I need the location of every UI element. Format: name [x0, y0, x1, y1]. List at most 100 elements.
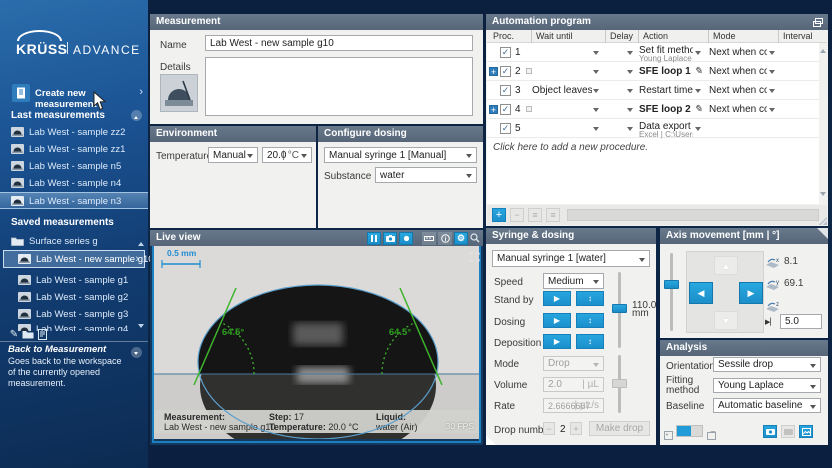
measurement-name-input[interactable]: Lab West - new sample g10	[205, 35, 473, 51]
mode-dropdown-icon[interactable]	[769, 51, 775, 58]
syringe-position-slider-handle[interactable]	[612, 304, 627, 313]
mode-dropdown-icon[interactable]	[769, 108, 775, 115]
add-procedure-button[interactable]: +	[492, 208, 506, 222]
new-folder-icon[interactable]	[22, 329, 34, 341]
collapse-last-measurements-icon[interactable]	[131, 110, 142, 121]
procedure-checkbox[interactable]	[500, 47, 511, 58]
procedure-checkbox[interactable]	[500, 85, 511, 96]
info-overlay-icon[interactable]: i	[438, 232, 452, 245]
delay-dropdown-icon[interactable]	[627, 127, 633, 134]
collapse-tooltip-icon[interactable]	[131, 347, 142, 358]
image-export-button[interactable]	[799, 425, 813, 438]
procedure-row-3[interactable]: 3 Object leaves line Restart timer Next …	[487, 81, 819, 100]
measurement-details-input[interactable]	[205, 57, 473, 116]
measurement-type-icon[interactable]	[160, 74, 198, 112]
back-to-measurement-title[interactable]: Back to Measurement	[8, 344, 106, 355]
move-up-arrow-button[interactable]: ▲	[714, 256, 738, 275]
step-size-input[interactable]: 5.0	[780, 314, 822, 329]
mode-dropdown-icon[interactable]	[769, 89, 775, 96]
mode-dropdown-icon[interactable]	[769, 70, 775, 77]
sidebar-item-sample-zz2[interactable]: Lab West - sample zz2	[0, 124, 148, 141]
snapshot-camera-button[interactable]	[383, 232, 397, 245]
make-drop-button[interactable]: Make drop	[589, 421, 650, 436]
move-down-button[interactable]: ≡	[546, 208, 560, 222]
procedure-row-2[interactable]: 2 SFE loop 1 ✎ Next when comple...	[487, 62, 819, 81]
action-dropdown-icon[interactable]	[695, 51, 701, 58]
resize-grip[interactable]	[818, 216, 827, 225]
snapshot-button[interactable]	[763, 425, 777, 438]
procedure-checkbox[interactable]	[500, 66, 511, 77]
dosing-goto-position-button[interactable]: ↕	[576, 313, 604, 328]
action-dropdown-icon[interactable]	[695, 127, 701, 134]
remove-procedure-button[interactable]: −	[510, 208, 524, 222]
speed-select[interactable]: Medium	[543, 273, 604, 289]
z-axis-slider-track[interactable]	[670, 253, 673, 331]
edit-loop-icon[interactable]: ✎	[694, 104, 702, 115]
procedure-row-4[interactable]: 4 SFE loop 2 ✎ Next when comple...	[487, 100, 819, 119]
overlay-opacity-toggle[interactable]	[676, 425, 703, 437]
create-new-measurement-button[interactable]: Create new measurement ›	[0, 82, 148, 104]
environment-panel-header: Environment	[150, 126, 316, 142]
camera-settings-gear-icon[interactable]: ⚙	[454, 232, 468, 245]
drop-number-increment-button[interactable]: +	[570, 422, 582, 435]
procedure-checkbox[interactable]	[500, 123, 511, 134]
baseline-select[interactable]: Automatic baseline	[713, 398, 821, 413]
orientation-select[interactable]: Sessile drop	[713, 357, 821, 372]
pause-button[interactable]	[367, 232, 381, 245]
sidebar-item-new-sample-g10-selected[interactable]: Lab West - new sample g10 ›	[3, 250, 145, 268]
temperature-mode-select[interactable]: Manual	[208, 147, 258, 163]
report-icon[interactable]	[36, 329, 48, 341]
syringe-select[interactable]: Manual syringe 1 [water]	[492, 250, 650, 267]
dosing-unit-select[interactable]: Manual syringe 1 [Manual]	[324, 147, 477, 163]
delay-dropdown-icon[interactable]	[627, 89, 633, 96]
substance-select[interactable]: water	[375, 167, 477, 183]
video-button[interactable]	[781, 425, 795, 438]
edit-loop-icon[interactable]: ✎	[694, 66, 702, 77]
folder-surface-series-g[interactable]: Surface series g	[0, 233, 148, 250]
dosing-run-button[interactable]: ▶	[543, 313, 571, 328]
temperature-value-input[interactable]: 20.0 | °C	[262, 147, 312, 163]
rate-label: Rate	[494, 401, 515, 412]
delay-dropdown-icon[interactable]	[627, 51, 633, 58]
standby-run-button[interactable]: ▶	[543, 291, 571, 306]
wait-until-dropdown-icon[interactable]	[593, 51, 599, 58]
record-button[interactable]	[399, 232, 413, 245]
scroll-down-icon[interactable]	[138, 324, 144, 331]
wait-until-dropdown-icon[interactable]	[593, 70, 599, 77]
standby-goto-position-button[interactable]: ↕	[576, 291, 604, 306]
move-down-arrow-button[interactable]: ▼	[714, 311, 738, 330]
move-left-arrow-button[interactable]: ◀	[689, 282, 713, 304]
wait-until-dropdown-icon[interactable]	[593, 89, 599, 96]
sidebar-item-sample-zz1[interactable]: Lab West - sample zz1	[0, 141, 148, 158]
procedure-checkbox[interactable]	[500, 104, 511, 115]
drop-number-decrement-button[interactable]: −	[543, 422, 555, 435]
expand-loop-icon[interactable]	[489, 67, 498, 76]
fitting-method-select[interactable]: Young Laplace	[713, 378, 821, 393]
live-view-image-area[interactable]: Measurement: Lab West - new sample g10 S…	[152, 246, 481, 443]
z-axis-slider-handle[interactable]	[664, 280, 679, 289]
expand-loop-icon[interactable]	[489, 105, 498, 114]
procedure-row-5[interactable]: 5 Data export Excel | C:\Users\Adminis..…	[487, 119, 819, 138]
sidebar-item-sample-n5[interactable]: Lab West - sample n5	[0, 158, 148, 175]
sidebar-item-sample-n3-selected[interactable]: Lab West - sample n3	[0, 192, 148, 209]
fullscreen-icon[interactable]	[469, 249, 480, 267]
add-procedure-hint[interactable]: Click here to add a new procedure.	[493, 142, 648, 153]
wait-until-dropdown-icon[interactable]	[593, 127, 599, 134]
move-right-arrow-button[interactable]: ▶	[739, 282, 763, 304]
wait-until-dropdown-icon[interactable]	[593, 108, 599, 115]
edit-list-icon[interactable]: ✎	[8, 329, 20, 341]
table-scroll-down-icon[interactable]	[820, 192, 826, 199]
sidebar-item-sample-n4[interactable]: Lab West - sample n4	[0, 175, 148, 192]
action-dropdown-icon[interactable]	[695, 89, 701, 96]
sidebar-item-sample-g2[interactable]: Lab West - sample g2	[0, 289, 148, 306]
deposition-goto-position-button[interactable]: ↕	[576, 334, 604, 349]
deposition-run-button[interactable]: ▶	[543, 334, 571, 349]
delay-dropdown-icon[interactable]	[627, 70, 633, 77]
scale-bar-toggle-icon[interactable]	[422, 232, 436, 245]
procedure-row-1[interactable]: 1 Set fit method Young Laplace Next when…	[487, 43, 819, 62]
sidebar-item-sample-g1[interactable]: Lab West - sample g1	[0, 272, 148, 289]
move-up-button[interactable]: ≡	[528, 208, 542, 222]
scroll-up-icon[interactable]	[138, 239, 144, 246]
delay-dropdown-icon[interactable]	[627, 108, 633, 115]
table-scroll-up-icon[interactable]	[820, 46, 826, 53]
